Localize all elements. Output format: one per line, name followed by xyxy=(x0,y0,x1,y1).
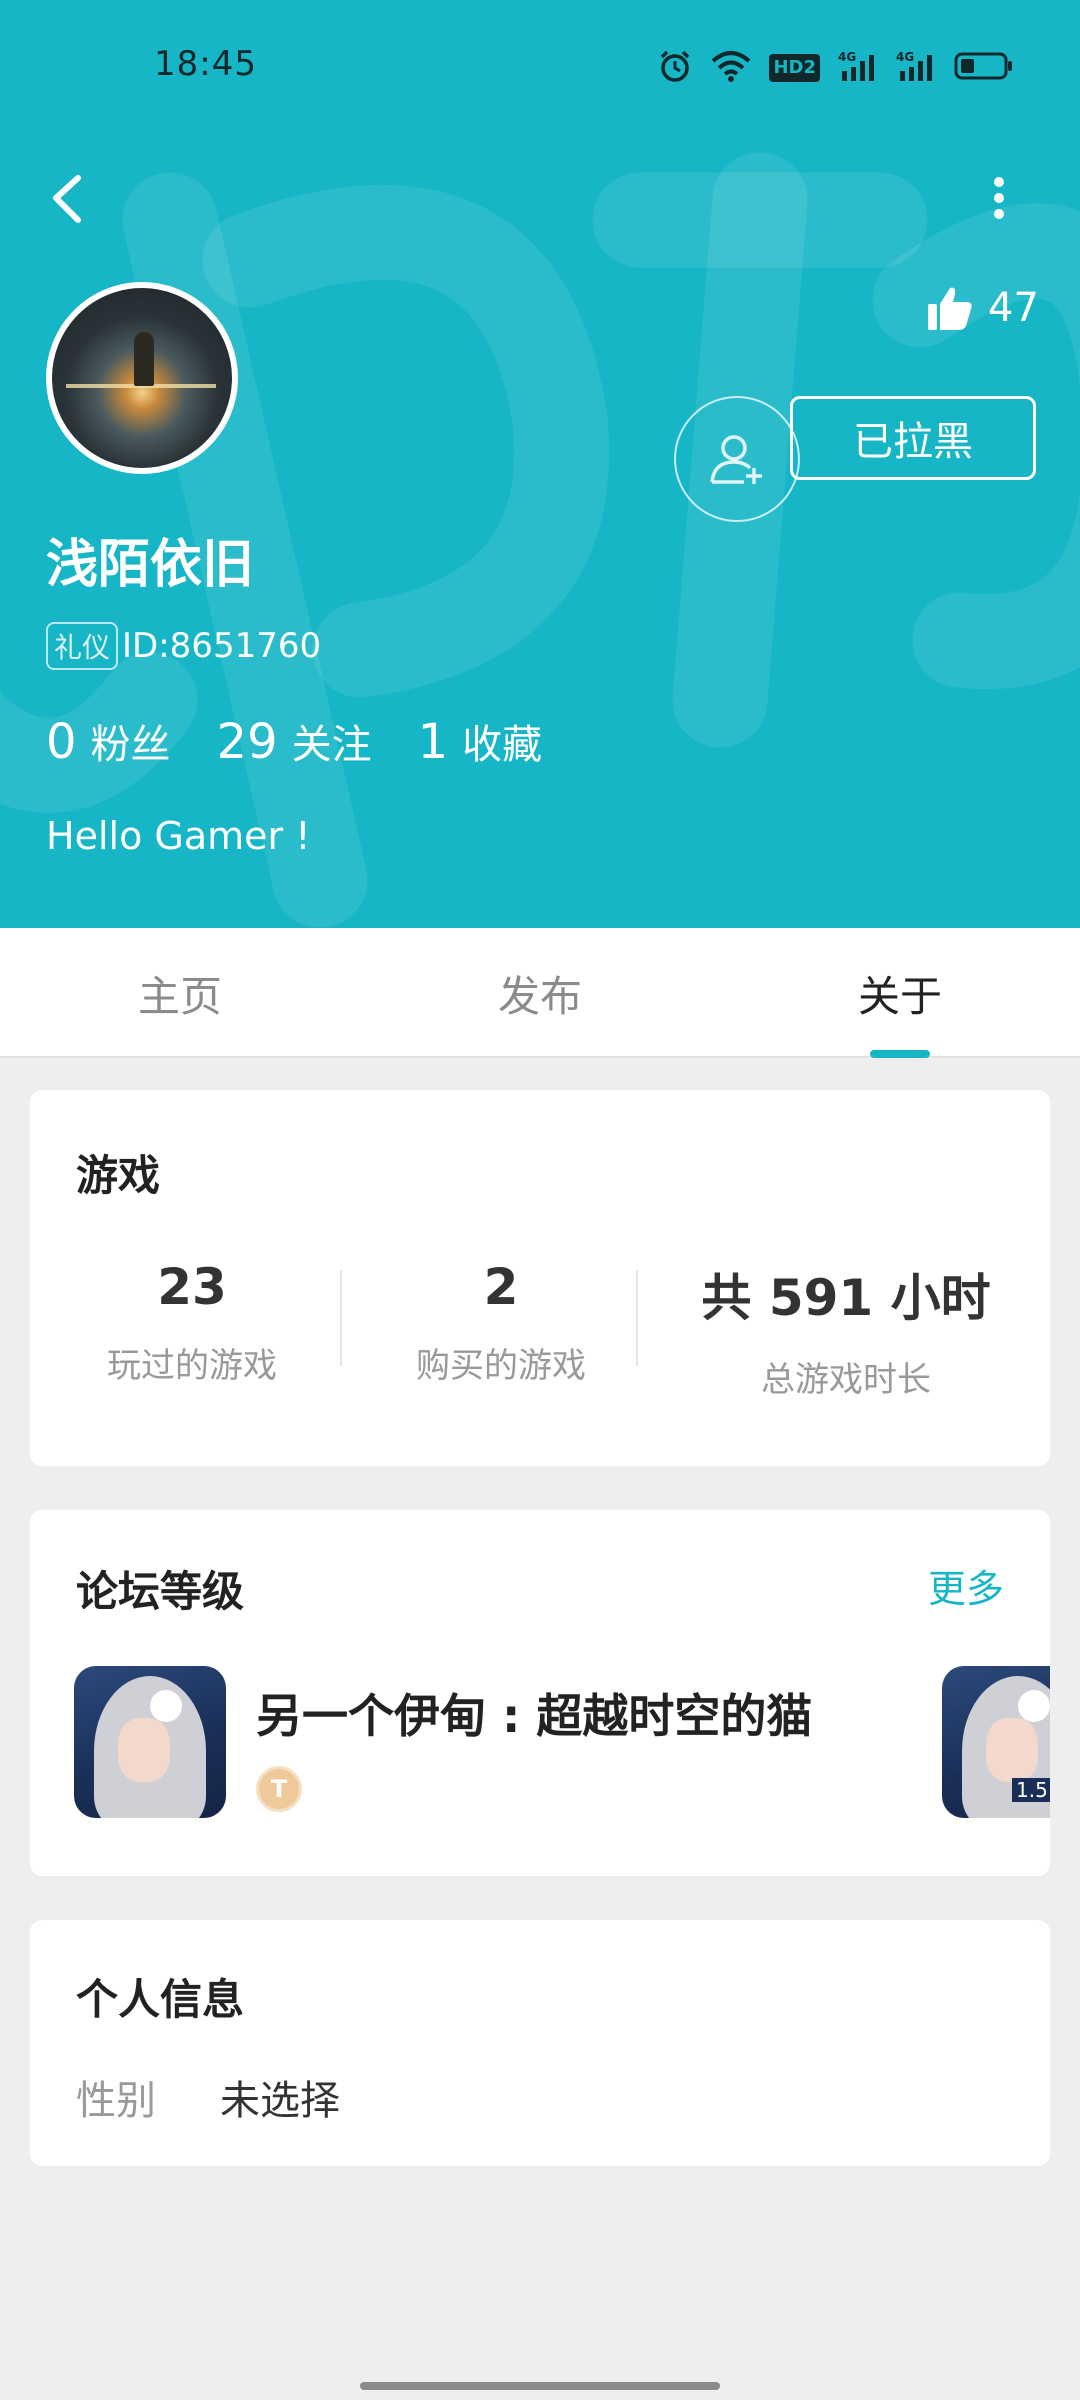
hd-icon: HD2 xyxy=(769,54,820,82)
game-art-flower xyxy=(150,1690,182,1722)
alarm-icon xyxy=(657,48,693,88)
signal-4g-icon: 4G xyxy=(838,49,878,87)
profile-header: 18:45 HD2 4G 4G 47 已拉黑 浅陌依旧 礼仪 ID:865176… xyxy=(0,0,1080,928)
battery-icon xyxy=(954,51,1014,85)
game-art-flower xyxy=(1018,1690,1050,1722)
divider xyxy=(340,1270,342,1366)
status-icons: HD2 4G 4G xyxy=(657,48,1014,88)
tab-about[interactable]: 关于 xyxy=(720,928,1080,1058)
stat-number: 29 xyxy=(216,714,278,770)
user-id: ID:8651760 xyxy=(122,626,322,666)
thumbs-up-icon xyxy=(928,287,972,330)
stat-value: 共 591 小时 xyxy=(701,1269,991,1327)
stat-value: 2 xyxy=(483,1258,519,1316)
game-art-face xyxy=(986,1718,1038,1782)
signal-4g-icon: 4G xyxy=(896,49,936,87)
username: 浅陌依旧 xyxy=(46,535,255,595)
home-indicator[interactable] xyxy=(360,2382,720,2390)
like-count: 47 xyxy=(988,285,1039,331)
follow-stats: 0 粉丝 29 关注 1 收藏 xyxy=(46,712,588,770)
back-button[interactable] xyxy=(40,164,100,234)
tab-posts[interactable]: 发布 xyxy=(360,928,720,1058)
forum-level-card: 论坛等级 更多 另一个伊甸 : 超越时空的猫 T 1.5 xyxy=(30,1510,1050,1876)
stat-label: 粉丝 xyxy=(90,722,171,768)
like-counter[interactable]: 47 xyxy=(926,284,1039,332)
status-time: 18:45 xyxy=(154,44,257,84)
game-icon[interactable]: 1.5 xyxy=(942,1666,1050,1818)
etiquette-badge: 礼仪 xyxy=(46,622,119,670)
followers-stat[interactable]: 0 粉丝 xyxy=(46,712,171,770)
gender-value: 未选择 xyxy=(220,2078,340,2124)
favorites-stat[interactable]: 1 收藏 xyxy=(418,712,543,770)
svg-text:4G: 4G xyxy=(838,50,856,64)
avatar[interactable] xyxy=(46,282,238,474)
purchased-games-stat[interactable]: 2 购买的游戏 xyxy=(366,1258,636,1387)
stat-number: 1 xyxy=(417,714,449,770)
stat-label: 收藏 xyxy=(462,722,543,768)
personal-info-title: 个人信息 xyxy=(76,1975,245,2024)
tab-home[interactable]: 主页 xyxy=(0,928,360,1058)
forum-title: 论坛等级 xyxy=(76,1567,245,1616)
tab-bar: 主页 发布 关于 xyxy=(0,928,1080,1058)
personal-info-card: 个人信息 性别 未选择 xyxy=(30,1920,1050,2166)
more-link[interactable]: 更多 xyxy=(928,1558,1004,1613)
follow-button[interactable] xyxy=(674,396,800,522)
id-row: 礼仪 ID:8651760 xyxy=(46,622,321,670)
blocked-button[interactable]: 已拉黑 xyxy=(790,396,1036,480)
wifi-icon xyxy=(711,49,751,87)
game-version-label: 1.5 xyxy=(1012,1778,1050,1802)
games-title: 游戏 xyxy=(76,1151,161,1200)
gender-label: 性别 xyxy=(76,2078,156,2124)
stat-number: 0 xyxy=(46,714,77,770)
game-art-face xyxy=(118,1718,170,1782)
more-vertical-icon xyxy=(994,177,1004,219)
stat-label: 关注 xyxy=(291,722,372,768)
stat-label: 玩过的游戏 xyxy=(107,1346,277,1386)
chevron-left-icon xyxy=(53,175,81,223)
divider xyxy=(636,1270,638,1366)
status-bar: 18:45 HD2 4G 4G xyxy=(0,0,1080,136)
game-icon[interactable] xyxy=(74,1666,226,1818)
played-games-stat[interactable]: 23 玩过的游戏 xyxy=(70,1258,314,1387)
game-name[interactable]: 另一个伊甸 : 超越时空的猫 xyxy=(256,1680,812,1746)
games-card: 游戏 23 玩过的游戏 2 购买的游戏 共 591 小时 总游戏时长 xyxy=(30,1090,1050,1466)
tab-indicator xyxy=(870,1050,930,1058)
following-stat[interactable]: 29 关注 xyxy=(217,712,372,770)
playtime-stat[interactable]: 共 591 小时 总游戏时长 xyxy=(666,1258,1026,1401)
stat-label: 购买的游戏 xyxy=(416,1346,586,1386)
more-options-button[interactable] xyxy=(974,164,1024,234)
stat-value: 23 xyxy=(157,1258,227,1316)
svg-text:4G: 4G xyxy=(896,50,914,64)
level-badge-icon: T xyxy=(256,1766,302,1812)
bio: Hello Gamer ! xyxy=(46,814,311,858)
add-user-icon xyxy=(710,435,762,484)
stat-label: 总游戏时长 xyxy=(761,1360,931,1400)
avatar-tree xyxy=(134,332,154,386)
